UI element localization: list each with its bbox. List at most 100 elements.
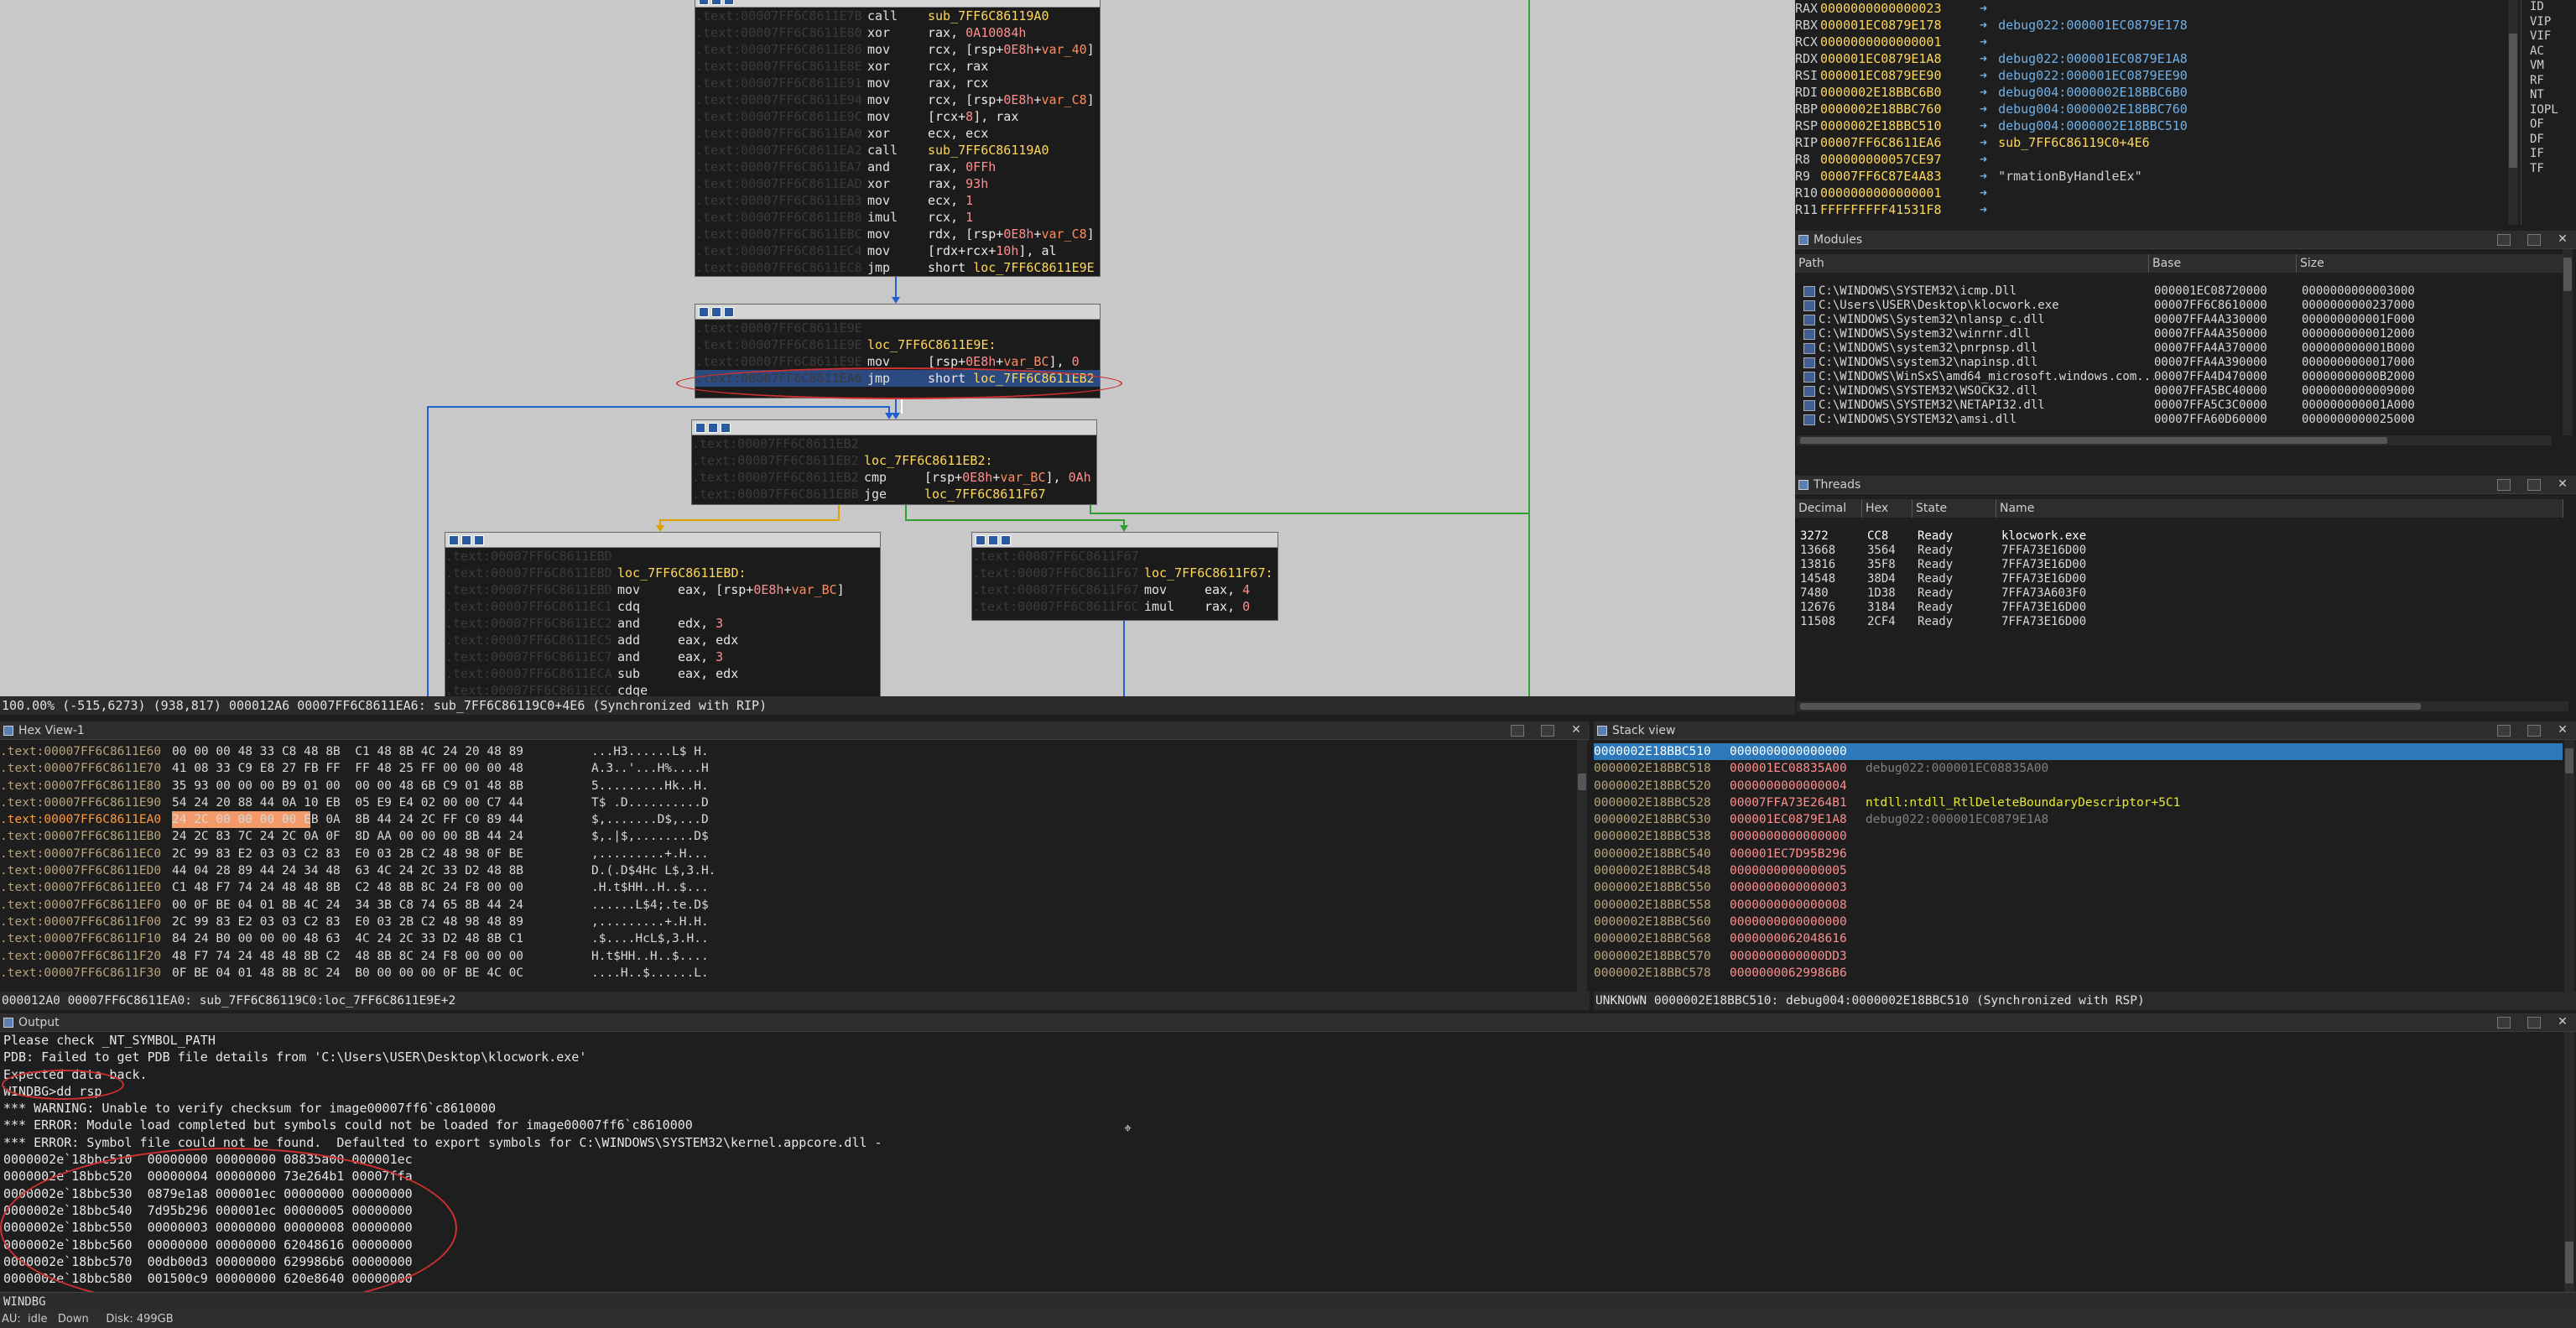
register-comment[interactable]: debug022:000001EC0879E178 [1998, 17, 2188, 34]
close-icon[interactable]: ✕ [2556, 1015, 2569, 1029]
stackview-panel[interactable]: 0000002E18BBC510 0000000000000000 0000002E… [1594, 743, 2563, 987]
code-block-loc-f67[interactable]: .text:00007FF6C8611F67 .text:00007FF6C861… [971, 532, 1278, 621]
code-block-1[interactable]: .text:00007FF6C8611E7B call sub_7FF6C86119… [695, 0, 1101, 277]
hex-bytes[interactable]: C1 48 F7 74 24 48 48 8B C2 48 8B 8C 24 F… [172, 879, 591, 896]
block-header[interactable] [695, 305, 1100, 320]
register-comment[interactable]: debug004:0000002E18BBC510 [1998, 117, 2188, 134]
register-row[interactable]: R9 00007FF6C87E4A83 ➜ "rmationByHandleEx" [1795, 168, 2516, 185]
register-comment[interactable]: debug022:000001EC0879EE90 [1998, 67, 2188, 84]
registers-panel[interactable]: RAX 0000000000000023 ➜ RBX 000001EC0879E178 ➜… [1795, 0, 2516, 225]
thread-row[interactable]: 13668 3564 Ready 7FFA73E16D00 [1800, 544, 2555, 558]
stack-value[interactable]: 0000000000000003 [1730, 879, 1866, 896]
hex-row[interactable]: .text:00007FF6C8611E60 00 00 00 48 33 C8 … [0, 743, 1577, 760]
stack-value[interactable]: 0000000000000000 [1730, 743, 1866, 760]
thread-row[interactable]: 13816 35F8 Ready 7FFA73E16D00 [1800, 558, 2555, 572]
maximize-button[interactable] [2527, 1017, 2541, 1029]
block-header[interactable] [972, 533, 1278, 548]
code-line[interactable]: .text:00007FF6C8611EB2 [692, 435, 1096, 452]
flag-label[interactable]: ID [2530, 0, 2576, 15]
stack-row[interactable]: 0000002E18BBC528 00007FFA73E264B1 ntdll:nt… [1594, 794, 2563, 811]
hexview-panel[interactable]: .text:00007FF6C8611E60 00 00 00 48 33 C8 … [0, 743, 1577, 987]
command-bar[interactable]: WINDBG [0, 1292, 2576, 1310]
hex-bytes[interactable]: 41 08 33 C9 E8 27 FB FF FF 48 25 FF 00 0… [172, 760, 591, 777]
code-line[interactable]: .text:00007FF6C8611E9C mov [rcx+ 8], rax [695, 108, 1100, 125]
maximize-button[interactable] [2527, 479, 2541, 491]
code-line[interactable]: .text:00007FF6C8611EC1 cdq [445, 598, 880, 615]
stack-value[interactable]: 00007FFA73E264B1 [1730, 794, 1866, 811]
register-value[interactable]: 0000000000000001 [1820, 34, 1980, 50]
hexview-vscroll[interactable] [1577, 740, 1587, 992]
register-row[interactable]: R10 0000000000000001 ➜ [1795, 185, 2516, 201]
registers-scrollbar[interactable] [2508, 0, 2518, 225]
code-line[interactable]: .text:00007FF6C8611F67 loc_7FF6C8611F67: [972, 565, 1278, 581]
code-line[interactable]: .text:00007FF6C8611EC8 jmp short loc_7FF6C… [695, 259, 1100, 276]
register-comment[interactable]: "rmationByHandleEx" [1998, 168, 2142, 185]
hex-bytes[interactable]: 2C 99 83 E2 03 03 C2 83 E0 03 2B C2 48 9… [172, 914, 591, 930]
register-value[interactable]: 00007FF6C8611EA6 [1820, 134, 1980, 151]
code-line[interactable]: .text:00007FF6C8611EC5 add eax, edx [445, 632, 880, 648]
stack-row[interactable]: 0000002E18BBC538 0000000000000000 [1594, 828, 2563, 845]
code-label[interactable]: sub_7FF6C86119A0 [928, 142, 1049, 159]
maximize-button[interactable] [2527, 234, 2541, 246]
code-line[interactable]: .text:00007FF6C8611E9E [695, 320, 1100, 336]
code-line[interactable]: .text:00007FF6C8611EC7 and eax, 3 [445, 648, 880, 665]
block-header-icon[interactable] [695, 422, 705, 433]
flags-panel[interactable]: ID VIP VIF AC VM RF NT IOPL OF DF IF TF [2521, 0, 2576, 225]
register-row[interactable]: RIP 00007FF6C8611EA6 ➜ sub_7FF6C86119C0+4E… [1795, 134, 2516, 151]
col-header-state[interactable]: State [1912, 499, 1996, 518]
code-label[interactable]: loc_7FF6C8611EB2: [864, 452, 993, 469]
block-header-icon[interactable] [699, 0, 709, 5]
flag-label[interactable]: IF [2530, 147, 2576, 162]
code-line[interactable]: .text:00007FF6C8611EA2 call sub_7FF6C86119… [695, 142, 1100, 159]
block-header-icon[interactable] [461, 534, 471, 545]
col-header-decimal[interactable]: Decimal [1795, 499, 1862, 518]
block-header-icon[interactable] [708, 422, 718, 433]
code-line[interactable]: .text:00007FF6C8611E94 mov rcx, [rsp+ 0E8h +… [695, 91, 1100, 108]
code-line[interactable]: .text:00007FF6C8611ECC cdqe [445, 682, 880, 696]
code-line[interactable]: .text:00007FF6C8611EBD [445, 548, 880, 565]
hex-bytes[interactable]: 00 0F BE 04 01 8B 4C 24 34 3B C8 74 65 8… [172, 897, 591, 914]
flag-label[interactable]: VM [2530, 59, 2576, 74]
hex-bytes[interactable]: 35 93 00 00 00 B9 01 00 00 00 48 6B C9 0… [172, 778, 591, 794]
code-line[interactable]: .text:00007FF6C8611EBB jge loc_7FF6C8611F6… [692, 486, 1096, 503]
block-header-icon[interactable] [988, 534, 998, 545]
hex-bytes[interactable]: 0F BE 04 01 48 8B 8C 24 B0 00 00 00 0F B… [172, 965, 591, 982]
register-value[interactable]: 0000002E18BBC510 [1820, 117, 1980, 134]
thread-row[interactable]: 3272 CC8 Ready klocwork.exe [1800, 529, 2555, 544]
code-line[interactable]: .text:00007FF6C8611E91 mov rax, rcx [695, 75, 1100, 91]
block-header-icon[interactable] [474, 534, 484, 545]
block-header-icon[interactable] [711, 306, 721, 317]
code-line[interactable]: .text:00007FF6C8611EB2 loc_7FF6C8611EB2: [692, 452, 1096, 469]
hex-bytes[interactable]: 24 2C 00 00 00 00 EB 0A 8B 44 24 2C FF C… [172, 811, 591, 829]
code-line[interactable]: .text:00007FF6C8611E9E loc_7FF6C8611E9E: [695, 336, 1100, 353]
block-header-icon[interactable] [724, 0, 734, 5]
block-header-icon[interactable] [721, 422, 731, 433]
register-value[interactable]: 000000000057CE97 [1820, 151, 1980, 168]
hex-row[interactable]: .text:00007FF6C8611EC0 2C 99 83 E2 03 03 … [0, 846, 1577, 862]
hex-row[interactable]: .text:00007FF6C8611F30 0F BE 04 01 48 8B … [0, 965, 1577, 982]
flag-label[interactable]: VIP [2530, 15, 2576, 30]
threads-panel[interactable]: Decimal Hex State Name 3272 CC8 Ready klocw… [1795, 494, 2576, 715]
code-line[interactable]: .text:00007FF6C8611E86 mov rcx, [rsp+ 0E8h +… [695, 41, 1100, 58]
module-row[interactable]: C:\WINDOWS\System32\winrnr.dll 00007FFA4A… [1800, 327, 2555, 341]
stack-row[interactable]: 0000002E18BBC540 000001EC7D95B296 [1594, 846, 2563, 862]
stack-row[interactable]: 0000002E18BBC520 0000000000000004 [1594, 778, 2563, 794]
register-row[interactable]: RBX 000001EC0879E178 ➜ debug022:000001EC08… [1795, 17, 2516, 34]
register-value[interactable]: 000001EC0879EE90 [1820, 67, 1980, 84]
register-value[interactable]: 0000002E18BBC760 [1820, 101, 1980, 117]
block-header-icon[interactable] [449, 534, 459, 545]
modules-panel[interactable]: Path Base Size C:\WINDOWS\SYSTEM32\icmp.… [1795, 249, 2576, 476]
code-line[interactable]: .text:00007FF6C8611EB3 mov ecx, 1 [695, 192, 1100, 209]
output-vscroll[interactable] [2564, 1032, 2574, 1292]
stack-row[interactable]: 0000002E18BBC558 0000000000000008 [1594, 897, 2563, 914]
modules-vscroll[interactable] [2563, 249, 2573, 435]
threads-hscroll[interactable] [1797, 701, 2568, 711]
stack-row[interactable]: 0000002E18BBC568 0000000062048616 [1594, 930, 2563, 947]
code-block-loc-ebd[interactable]: .text:00007FF6C8611EBD .text:00007FF6C861… [445, 532, 881, 696]
stack-value[interactable]: 0000000062048616 [1730, 930, 1866, 947]
restore-button[interactable] [2497, 234, 2511, 246]
stack-row[interactable]: 0000002E18BBC518 000001EC08835A00 debug022… [1594, 760, 2563, 777]
module-row[interactable]: C:\WINDOWS\System32\nlansp_c.dll 00007FFA… [1800, 313, 2555, 327]
stack-row[interactable]: 0000002E18BBC560 0000000000000000 [1594, 914, 2563, 930]
hex-row[interactable]: .text:00007FF6C8611E70 41 08 33 C9 E8 27 … [0, 760, 1577, 777]
